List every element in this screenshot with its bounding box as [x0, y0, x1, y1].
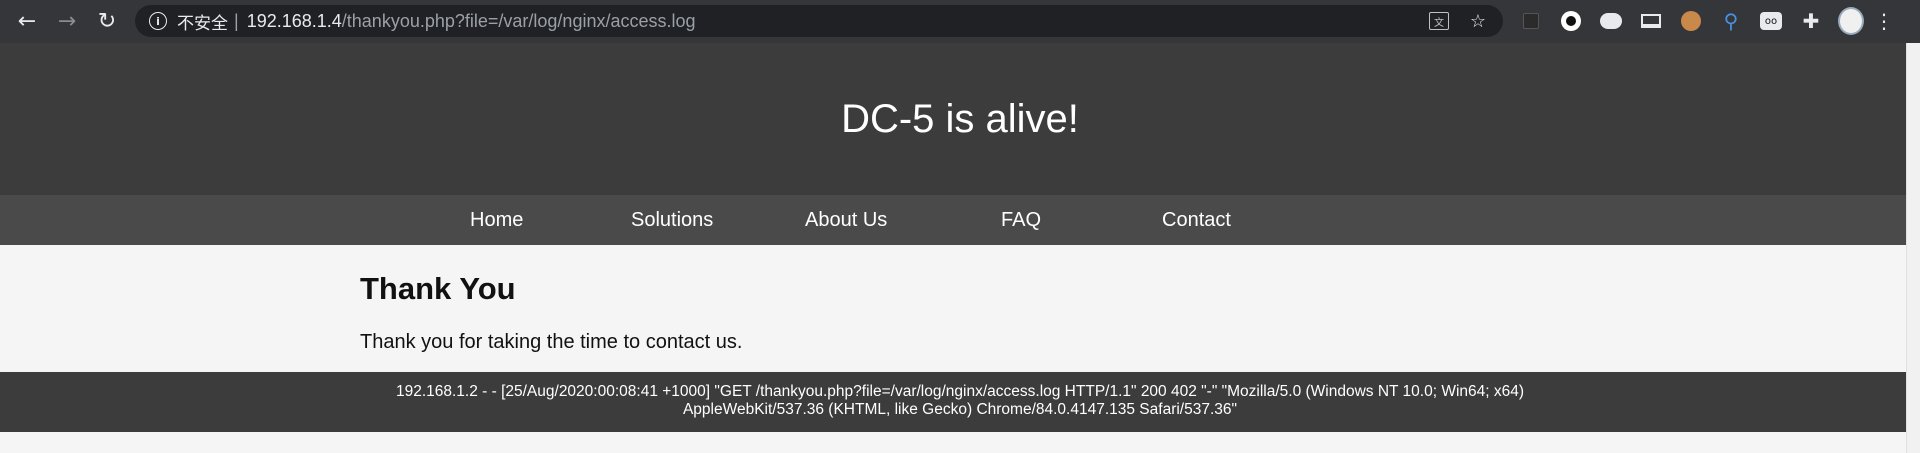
omnibox-actions: 文 ☆	[1429, 5, 1489, 37]
page-content: DC-5 is alive! Home Solutions About Us F…	[0, 43, 1920, 453]
forward-icon[interactable]: →	[52, 7, 82, 37]
extension-glasses-icon[interactable]: oo	[1758, 8, 1784, 34]
info-icon[interactable]: i	[149, 12, 167, 30]
extension-ring-icon[interactable]	[1558, 8, 1584, 34]
nav-faq[interactable]: FAQ	[1001, 195, 1041, 245]
url-host[interactable]: 192.168.1.4	[247, 11, 342, 32]
footer-log-line-2: AppleWebKit/537.36 (KHTML, like Gecko) C…	[682, 401, 1238, 418]
nav-contact[interactable]: Contact	[1162, 195, 1231, 245]
page-bottom	[0, 432, 1920, 453]
nav-about-us[interactable]: About Us	[805, 195, 887, 245]
puzzle-icon[interactable]: ✚	[1798, 8, 1824, 34]
address-bar[interactable]: i 不安全 | 192.168.1.4/thankyou.php?file=/v…	[135, 5, 1503, 37]
extension-pin-icon[interactable]: ⚲	[1718, 8, 1744, 34]
site-header: DC-5 is alive!	[0, 43, 1920, 195]
browser-toolbar: ← → ↻ i 不安全 | 192.168.1.4/thankyou.php?f…	[0, 0, 1920, 43]
avatar[interactable]	[1838, 7, 1864, 35]
nav-solutions[interactable]: Solutions	[631, 195, 713, 245]
back-icon[interactable]: ←	[12, 7, 42, 37]
thank-you-message: Thank you for taking the time to contact…	[360, 331, 743, 353]
star-icon[interactable]: ☆	[1467, 10, 1489, 32]
url-path[interactable]: /thankyou.php?file=/var/log/nginx/access…	[342, 11, 696, 32]
insecure-label[interactable]: 不安全	[177, 9, 228, 34]
url-separator: |	[234, 10, 239, 31]
nav-home[interactable]: Home	[470, 195, 523, 245]
vertical-scrollbar[interactable]	[1906, 43, 1920, 453]
menu-icon[interactable]: ⋮	[1874, 8, 1894, 34]
main-content: Thank You Thank you for taking the time …	[0, 245, 1920, 372]
extensions-bar: ⚲ oo ✚ ⋮	[1518, 6, 1894, 36]
reload-icon[interactable]: ↻	[92, 7, 122, 37]
site-title: DC-5 is alive!	[841, 96, 1079, 141]
translate-icon[interactable]: 文	[1429, 12, 1449, 30]
footer-log-line-1: 192.168.1.2 - - [25/Aug/2020:00:08:41 +1…	[395, 383, 1525, 400]
site-footer: 192.168.1.2 - - [25/Aug/2020:00:08:41 +1…	[0, 372, 1920, 432]
extension-screen-icon[interactable]	[1638, 8, 1664, 34]
extension-cloud-icon[interactable]	[1598, 8, 1624, 34]
site-nav: Home Solutions About Us FAQ Contact	[0, 195, 1920, 245]
page-heading: Thank You	[360, 271, 516, 306]
extension-cookie-icon[interactable]	[1678, 8, 1704, 34]
extension-square-icon[interactable]	[1518, 8, 1544, 34]
